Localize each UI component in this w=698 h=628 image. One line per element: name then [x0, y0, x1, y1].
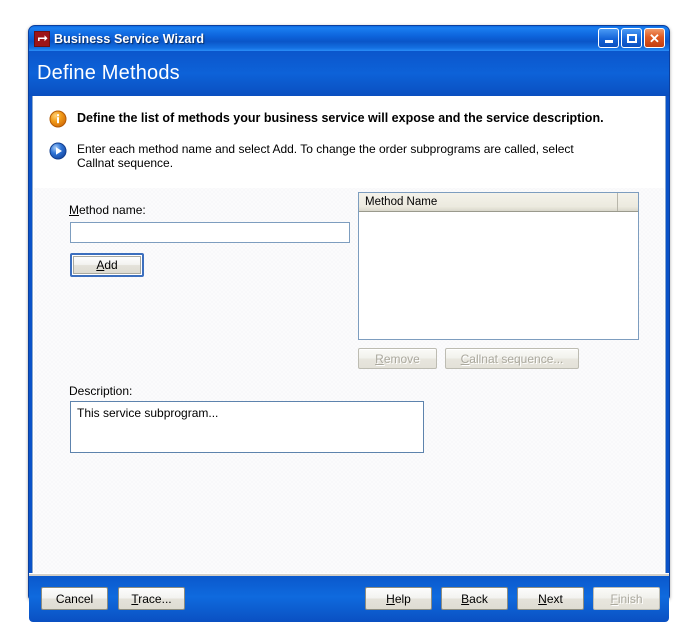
cancel-button[interactable]: Cancel [41, 587, 108, 610]
instructions-block: Define the list of methods your business… [33, 96, 665, 174]
column-header-extra[interactable] [618, 193, 638, 211]
trace-button[interactable]: Trace... [118, 587, 185, 610]
back-button[interactable]: Back [441, 587, 508, 610]
close-icon[interactable]: ✕ [644, 28, 665, 48]
method-list-body[interactable] [359, 212, 638, 339]
page-banner: Define Methods [29, 51, 669, 96]
window-title: Business Service Wizard [54, 31, 205, 46]
info-text: Define the list of methods your business… [77, 111, 604, 125]
description-label: Description: [69, 384, 133, 398]
wizard-window: Business Service Wizard ✕ Define Methods [28, 25, 670, 622]
add-button[interactable]: Add [70, 253, 144, 277]
page-title: Define Methods [37, 62, 180, 84]
finish-button[interactable]: Finish [593, 587, 660, 610]
minimize-icon[interactable] [598, 28, 619, 48]
hint-row: Enter each method name and select Add. T… [49, 142, 649, 170]
method-name-label: Method name: [69, 203, 146, 217]
info-row: Define the list of methods your business… [49, 110, 649, 128]
arrow-circle-icon [49, 142, 67, 160]
footer-bar: Cancel Trace... Help Back Next Finish [29, 576, 669, 622]
callnat-sequence-button[interactable]: Callnat sequence... [445, 348, 579, 369]
method-name-input[interactable] [70, 222, 350, 243]
method-list-header: Method Name [359, 193, 638, 212]
maximize-icon[interactable] [621, 28, 642, 48]
callnat-arrow-icon [34, 30, 50, 47]
help-button[interactable]: Help [365, 587, 432, 610]
form-panel: Method name: Add Method Name Remove Call [34, 188, 664, 573]
description-textarea[interactable] [70, 401, 424, 453]
hint-text: Enter each method name and select Add. T… [77, 142, 574, 170]
info-circle-icon [49, 110, 67, 128]
next-button[interactable]: Next [517, 587, 584, 610]
window-controls: ✕ [598, 28, 665, 48]
title-bar: Business Service Wizard ✕ [29, 26, 669, 51]
client-area: Define the list of methods your business… [32, 96, 666, 573]
column-header-method-name[interactable]: Method Name [359, 193, 618, 211]
method-list[interactable]: Method Name [358, 192, 639, 340]
remove-button[interactable]: Remove [358, 348, 437, 369]
